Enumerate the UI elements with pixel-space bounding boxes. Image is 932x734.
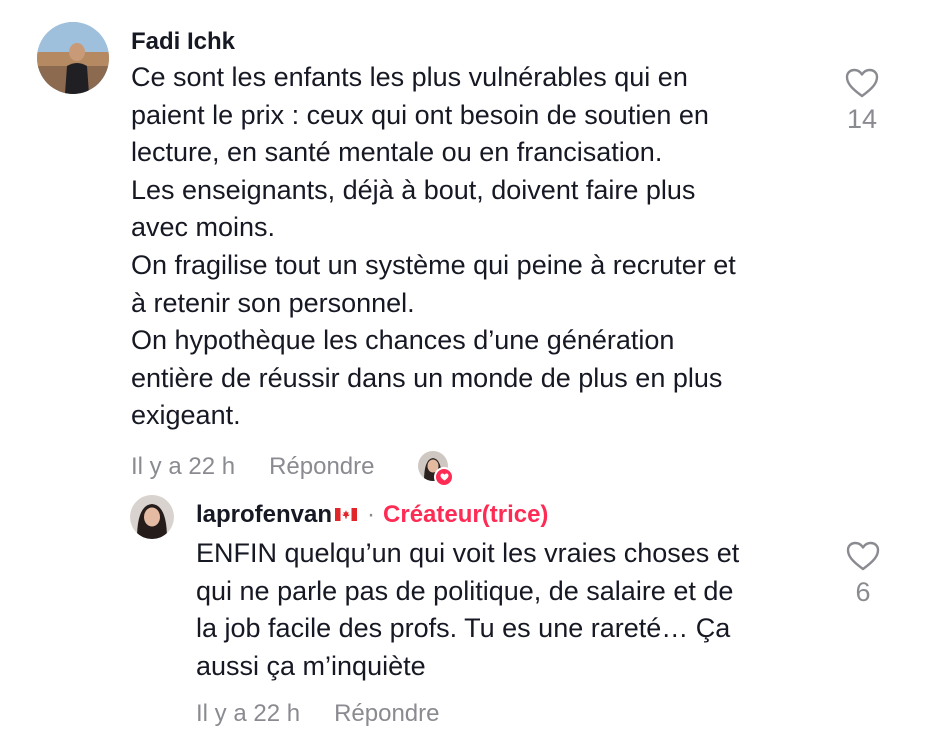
commenter-avatar[interactable] [37,22,109,94]
reply-timestamp: Il y a 22 h [196,700,301,727]
comment-line: On fragilise tout un système qui peine à… [131,249,736,280]
commenter-photo [37,22,109,94]
reply-button[interactable]: Répondre [269,453,374,480]
like-count: 6 [855,577,871,607]
reply-line: qui ne parle pas de politique, de salair… [196,575,734,606]
comment-line: à retenir son personnel. [131,287,415,318]
comment-line: exigeant. [131,400,241,431]
liked-by-creator [418,451,454,487]
reply-meta: Il y a 22 h Répondre [196,700,439,728]
reply-like: 6 [833,541,893,608]
creator-photo [130,495,174,539]
comment-timestamp: Il y a 22 h [131,453,236,480]
comment-meta: Il y a 22 h Répondre [131,453,374,481]
heart-badge-icon [434,467,454,487]
like-count: 14 [846,104,878,134]
separator-dot: · [367,501,376,528]
comment-line: Ce sont les enfants les plus vulnérables… [131,62,688,92]
heart-icon[interactable] [845,68,879,98]
comment-line: paient le prix : ceux qui ont besoin de … [131,99,709,130]
creator-avatar[interactable] [130,495,174,539]
reply-line: ENFIN quelqu’un qui voit les vraies chos… [196,538,740,568]
comment-line: lecture, en santé mentale ou en francisa… [131,137,663,168]
reply-line: la job facile des profs. Tu es une raret… [196,613,731,644]
comment-like: 14 [832,68,892,135]
reply-body: ENFIN quelqu’un qui voit les vraies chos… [196,535,739,685]
reply-button[interactable]: Répondre [334,700,439,727]
reply-header: laprofenvan · Créateur(trice) [196,501,548,529]
canada-flag-icon [335,507,358,521]
reply-username[interactable]: laprofenvan [196,501,332,529]
reply-line: aussi ça m’inquiète [196,650,426,681]
comment-username[interactable]: Fadi Ichk [131,28,235,56]
comment-line: avec moins. [131,212,276,243]
comment-body: Ce sont les enfants les plus vulnérables… [131,59,736,435]
comment-line: entière de réussir dans un monde de plus… [131,362,723,393]
comment-line: Les enseignants, déjà à bout, doivent fa… [131,174,696,205]
creator-label: Créateur(trice) [383,501,549,528]
comment-line: On hypothèque les chances d’une générati… [131,325,675,356]
heart-icon[interactable] [846,541,880,571]
